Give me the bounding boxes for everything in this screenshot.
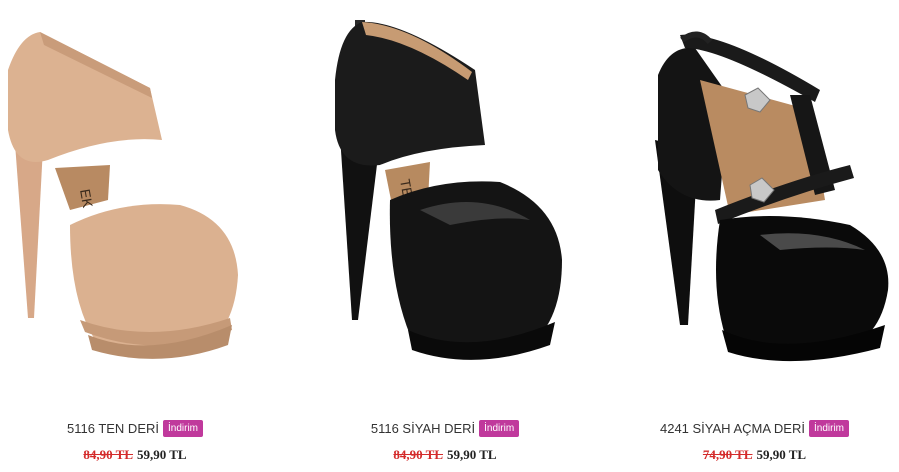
product-card[interactable]: 4241 SİYAH AÇMA DERİ İndirim 74,90 TL 59… (610, 0, 899, 472)
product-image[interactable]: EK (0, 0, 270, 410)
black-shoe-icon: TEK (335, 20, 562, 360)
discount-badge: İndirim (479, 420, 520, 437)
sale-price: 59,90 TL (756, 447, 807, 462)
product-title-row: 5116 SİYAH DERİ İndirim (300, 420, 590, 437)
old-price: 84,90 TL (393, 447, 443, 462)
price-row: 84,90 TL 59,90 TL (300, 447, 590, 463)
svg-text:EK: EK (77, 188, 96, 210)
sale-price: 59,90 TL (447, 447, 497, 462)
old-price: 74,90 TL (702, 447, 753, 462)
product-name[interactable]: 5116 TEN DERİ (67, 421, 159, 436)
product-name[interactable]: 4241 SİYAH AÇMA DERİ (660, 421, 805, 436)
product-title-row: 4241 SİYAH AÇMA DERİ İndirim (610, 420, 899, 437)
product-card[interactable]: TEK 5116 SİYAH DERİ İndirim 84,90 TL 59,… (300, 0, 590, 472)
nude-shoe-icon: EK (8, 32, 238, 359)
product-card[interactable]: EK 5116 TEN DERİ İndirim 84,90 TL 59,90 … (0, 0, 270, 472)
price-row: 74,90 TL 59,90 TL (610, 447, 899, 463)
sale-price: 59,90 TL (137, 447, 187, 462)
product-grid: EK 5116 TEN DERİ İndirim 84,90 TL 59,90 … (0, 0, 899, 472)
old-price: 84,90 TL (83, 447, 133, 462)
discount-badge: İndirim (163, 420, 204, 437)
black-patent-shoe-icon (655, 31, 889, 362)
discount-badge: İndirim (808, 420, 849, 437)
product-image[interactable]: TEK (300, 0, 590, 410)
product-image[interactable] (610, 0, 899, 410)
product-title-row: 5116 TEN DERİ İndirim (0, 420, 270, 437)
product-name[interactable]: 5116 SİYAH DERİ (371, 421, 475, 436)
price-row: 84,90 TL 59,90 TL (0, 447, 270, 463)
